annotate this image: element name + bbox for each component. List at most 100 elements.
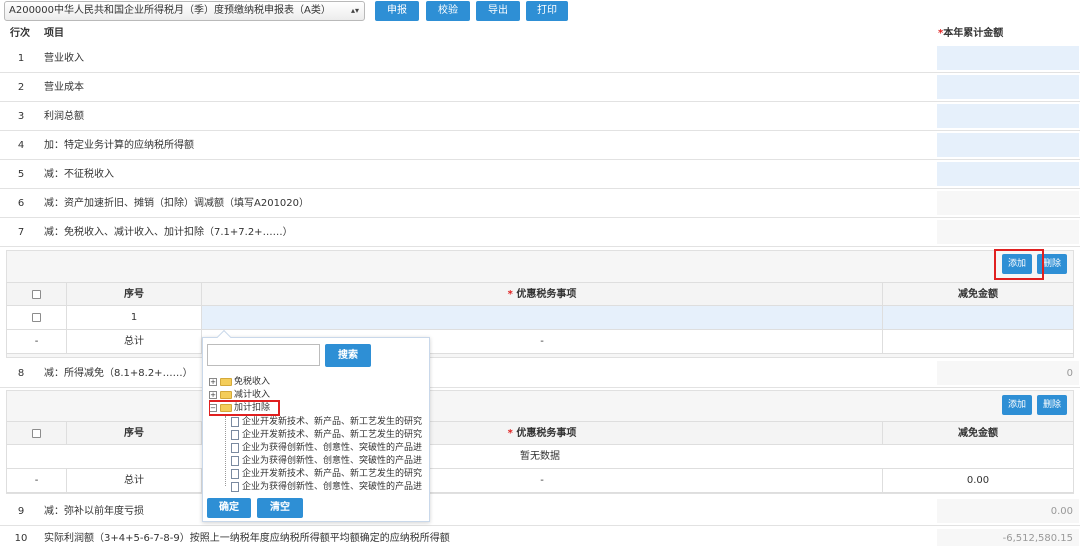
- select-all-cell: [7, 422, 67, 445]
- file-icon: [231, 481, 239, 492]
- tree-leaf[interactable]: 企业为获得创新性、创意性、突破性的产品进: [231, 481, 422, 493]
- total-dash: -: [7, 330, 67, 353]
- total-label: 总计: [67, 330, 202, 353]
- tree-leaf-label: 企业为获得创新性、创意性、突破性的产品进: [242, 443, 423, 453]
- export-button[interactable]: 导出: [476, 1, 520, 21]
- col-seq: 序号: [67, 422, 202, 445]
- empty-message: 暂无数据: [520, 451, 560, 462]
- toolbar: A200000中华人民共和国企业所得税月（季）度预缴纳税申报表（A类） ▴▾ 申…: [0, 0, 1080, 24]
- tree-leaf[interactable]: 企业开发新技术、新产品、新工艺发生的研究: [231, 416, 422, 428]
- verify-button[interactable]: 校验: [426, 1, 470, 21]
- row-number: 7: [17, 227, 25, 238]
- total-amount: 0.00: [966, 475, 990, 486]
- table-row: 4 加：特定业务计算的应纳税所得额: [0, 131, 1080, 160]
- table-row: 9 减：弥补以前年度亏损 0.00: [0, 497, 1080, 526]
- row-seq: 1: [67, 306, 202, 329]
- row-number: 5: [17, 169, 25, 180]
- tree-search-input[interactable]: [207, 344, 320, 366]
- reduction-amount-input[interactable]: [883, 306, 1073, 329]
- tree-node-exempt-income[interactable]: + 免税收入: [209, 376, 270, 388]
- add-button-highlight: [994, 249, 1044, 280]
- file-icon: [231, 442, 239, 453]
- row-number: 8: [17, 368, 25, 379]
- amount-input[interactable]: [937, 162, 1079, 186]
- header-amount: *本年累计金额: [938, 24, 1003, 43]
- clear-button[interactable]: 清空: [257, 498, 303, 518]
- file-icon: [231, 455, 239, 466]
- row-number: 9: [17, 506, 25, 517]
- tree-node-label: 免税收入: [234, 377, 271, 387]
- row-checkbox-cell: [7, 306, 67, 329]
- table-row: 2 营业成本: [0, 73, 1080, 102]
- row-label: 减：所得减免（8.1+8.2+……）: [44, 368, 193, 379]
- row-checkbox[interactable]: [32, 312, 41, 322]
- declare-button[interactable]: 申报: [375, 1, 419, 21]
- folder-icon: [220, 390, 232, 399]
- tax-item-selector[interactable]: [202, 306, 883, 329]
- amount-readonly: [937, 220, 1079, 244]
- col-item-label: 优惠税务事项: [516, 428, 577, 439]
- table-row: 8 减：所得减免（8.1+8.2+……） 0: [0, 359, 1080, 388]
- required-mark: *: [507, 428, 513, 439]
- table-row: 6 减：资产加速折旧、摊销（扣除）调减额（填写A201020）: [0, 189, 1080, 218]
- tree-leaf[interactable]: 企业开发新技术、新产品、新工艺发生的研究: [231, 429, 422, 441]
- tree-node-label: 减计收入: [234, 390, 271, 400]
- tree-leaf[interactable]: 企业为获得创新性、创意性、突破性的产品进: [231, 442, 422, 454]
- row-number: 4: [17, 140, 25, 151]
- add-button[interactable]: 添加: [1002, 395, 1032, 415]
- file-icon: [231, 468, 239, 479]
- expand-icon[interactable]: +: [209, 390, 217, 399]
- tree-leaf[interactable]: 企业开发新技术、新产品、新工艺发生的研究: [231, 468, 422, 480]
- amount-readonly: [937, 191, 1079, 215]
- row-label: 减：弥补以前年度亏损: [44, 506, 144, 517]
- total-dash: -: [7, 469, 67, 492]
- tree-leaf-label: 企业开发新技术、新产品、新工艺发生的研究: [242, 417, 423, 427]
- row-label: 营业成本: [44, 82, 84, 93]
- row-label: 减：资产加速折旧、摊销（扣除）调减额（填写A201020）: [44, 198, 310, 209]
- select-all-checkbox[interactable]: [32, 428, 41, 438]
- tree-leaf-label: 企业为获得创新性、创意性、突破性的产品进: [242, 482, 423, 492]
- form-type-select-value: A200000中华人民共和国企业所得税月（季）度预缴纳税申报表（A类）: [9, 5, 331, 16]
- table-row: 7 减：免税收入、减计收入、加计扣除（7.1+7.2+……）: [0, 218, 1080, 247]
- confirm-button[interactable]: 确定: [207, 498, 251, 518]
- select-all-checkbox[interactable]: [32, 289, 41, 299]
- header-row-no: 行次: [10, 28, 30, 39]
- tree-node-highlight: [209, 400, 280, 416]
- required-mark: *: [507, 289, 513, 300]
- search-button[interactable]: 搜索: [325, 344, 371, 367]
- col-seq: 序号: [67, 283, 202, 306]
- tree-leaf-label: 企业开发新技术、新产品、新工艺发生的研究: [242, 430, 423, 440]
- row-number: 3: [17, 111, 25, 122]
- table-row: 10 实际利润额（3+4+5-6-7-8-9）按照上一纳税年度应纳税所得额平均额…: [0, 527, 1080, 546]
- expand-icon[interactable]: +: [209, 377, 217, 386]
- amount-input[interactable]: [937, 75, 1079, 99]
- delete-button[interactable]: 删除: [1037, 395, 1067, 415]
- row-label: 实际利润额（3+4+5-6-7-8-9）按照上一纳税年度应纳税所得额平均额确定的…: [44, 533, 450, 544]
- sub-table-header: 序号 * 优惠税务事项 减免金额: [6, 421, 1074, 445]
- amount-input[interactable]: [937, 104, 1079, 128]
- amount-input[interactable]: [937, 133, 1079, 157]
- col-amount: 减免金额: [958, 289, 998, 300]
- row-number: 2: [17, 82, 25, 93]
- header-amount-label: 本年累计金额: [943, 28, 1004, 39]
- row-label: 减：免税收入、减计收入、加计扣除（7.1+7.2+……）: [44, 227, 293, 238]
- row-number: 6: [17, 198, 25, 209]
- row-label: 加：特定业务计算的应纳税所得额: [44, 140, 194, 151]
- amount-readonly: -6,512,580.15: [937, 529, 1079, 546]
- amount-readonly: 0: [937, 361, 1079, 385]
- table-row: 5 减：不征税收入: [0, 160, 1080, 189]
- row-label: 减：不征税收入: [44, 169, 114, 180]
- table-row: 1 营业收入: [0, 44, 1080, 73]
- col-item: * 优惠税务事项: [202, 283, 883, 306]
- form-type-select[interactable]: A200000中华人民共和国企业所得税月（季）度预缴纳税申报表（A类） ▴▾: [4, 1, 365, 21]
- print-button[interactable]: 打印: [526, 1, 568, 21]
- total-row: - 总计 -: [6, 330, 1074, 354]
- row-number: 10: [14, 533, 28, 544]
- tree-leaf-label: 企业开发新技术、新产品、新工艺发生的研究: [242, 469, 423, 479]
- col-item-label: 优惠税务事项: [516, 289, 577, 300]
- select-arrows-icon: ▴▾: [350, 6, 359, 15]
- tree-leaf[interactable]: 企业为获得创新性、创意性、突破性的产品进: [231, 455, 422, 467]
- amount-input[interactable]: [937, 46, 1079, 70]
- amount-readonly: 0.00: [937, 499, 1079, 523]
- row-label: 营业收入: [44, 53, 84, 64]
